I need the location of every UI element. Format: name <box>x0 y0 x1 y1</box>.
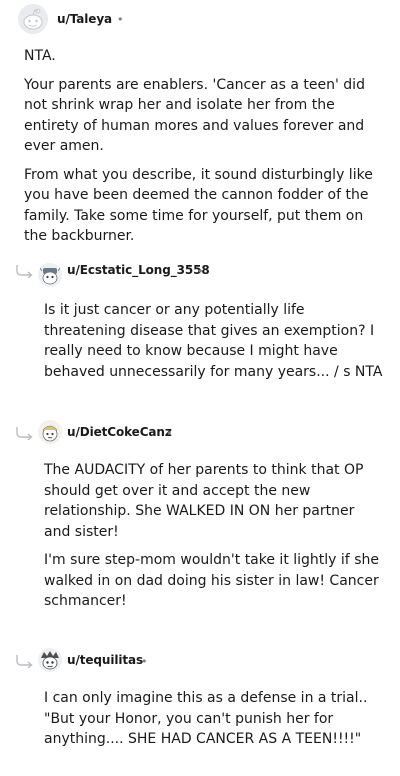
avatar[interactable] <box>38 263 62 287</box>
comment-header: u/Ecstatic_Long_3558 • <box>0 258 400 292</box>
reply-tequilitas: u/tequilitas • I can only imagine this a… <box>0 648 400 747</box>
comment-paragraph: I can only imagine this as a defense in … <box>44 690 368 747</box>
comment-body: Is it just cancer or any potentially lif… <box>44 300 384 390</box>
separator-dot: • <box>117 12 124 26</box>
comment-paragraph: NTA. <box>24 48 56 64</box>
username[interactable]: u/tequilitas <box>67 653 143 667</box>
avatar[interactable] <box>38 420 62 444</box>
comment-body: NTA. Your parents are enablers. 'Cancer … <box>24 46 384 255</box>
comment-header: u/Taleya • <box>18 2 124 36</box>
snoo-avatar-icon <box>18 4 48 34</box>
comment-body: The AUDACITY of her parents to think tha… <box>44 460 384 620</box>
comment-paragraph: I'm sure step-mom wouldn't take it light… <box>44 552 379 609</box>
avatar[interactable] <box>38 648 62 672</box>
comment-header: u/DietCokeCanz • <box>0 420 400 454</box>
avatar[interactable] <box>18 4 48 34</box>
username[interactable]: u/Taleya <box>57 12 112 26</box>
comment-header: u/tequilitas • <box>0 648 400 682</box>
comment-body: I can only imagine this as a defense in … <box>44 688 384 758</box>
reply-curve-icon <box>16 265 33 278</box>
reply-dietcokecanz: u/DietCokeCanz • The AUDACITY of her par… <box>0 420 400 609</box>
snoo-avatar-icon <box>38 420 62 444</box>
reply-ecstatic-long-3558: u/Ecstatic_Long_3558 • Is it just cancer… <box>0 258 400 380</box>
separator-dot: • <box>166 427 173 440</box>
comment-paragraph: From what you describe, it sound disturb… <box>24 166 373 245</box>
username[interactable]: u/Ecstatic_Long_3558 <box>67 263 210 277</box>
separator-dot: • <box>141 655 148 668</box>
snoo-avatar-icon <box>38 263 62 287</box>
snoo-avatar-icon <box>38 648 62 672</box>
comment-paragraph: Is it just cancer or any potentially lif… <box>44 302 383 380</box>
comment-paragraph: Your parents are enablers. 'Cancer as a … <box>24 76 365 155</box>
reply-curve-icon <box>16 427 33 440</box>
separator-dot: • <box>197 265 204 278</box>
username[interactable]: u/DietCokeCanz <box>67 425 172 439</box>
comment-paragraph: The AUDACITY of her parents to think tha… <box>44 462 364 540</box>
reply-curve-icon <box>16 655 33 668</box>
